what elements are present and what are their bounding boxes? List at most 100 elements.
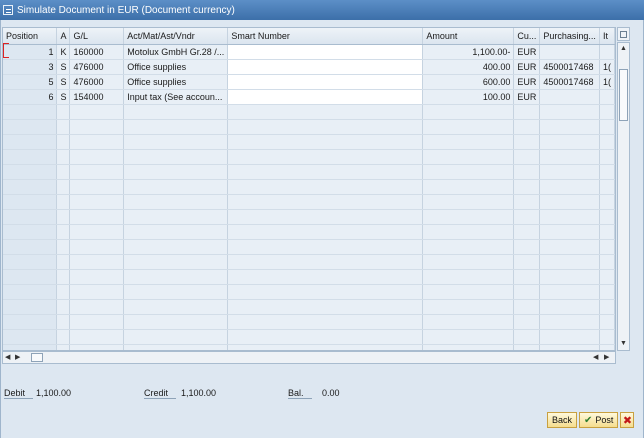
empty-cell <box>539 119 600 135</box>
empty-cell <box>69 254 125 270</box>
scroll-right-icon[interactable]: ▶ <box>15 354 20 362</box>
empty-cell <box>56 164 71 180</box>
empty-cell <box>3 179 58 195</box>
table-row[interactable]: 5 S 476000 Office supplies 600.00 EUR 45… <box>3 74 615 90</box>
empty-cell <box>227 344 424 350</box>
horizontal-scrollbar[interactable]: ◀ ▶ ◀ ▶ <box>2 351 616 364</box>
col-header-gl[interactable]: G/L <box>69 28 125 45</box>
col-header-position[interactable]: Position <box>3 28 58 45</box>
col-header-a[interactable]: A <box>56 28 71 45</box>
empty-cell <box>227 164 424 180</box>
cell-smart-number[interactable] <box>227 44 424 60</box>
empty-cell <box>3 239 58 255</box>
empty-cell <box>123 134 229 150</box>
empty-cell <box>3 269 58 285</box>
empty-cell <box>123 194 229 210</box>
col-header-currency[interactable]: Cu... <box>513 28 541 45</box>
cell-purchasing: 4500017468 <box>539 74 600 90</box>
empty-cell <box>422 119 515 135</box>
empty-cell <box>539 164 600 180</box>
empty-cell <box>422 134 515 150</box>
empty-cell <box>227 269 424 285</box>
empty-row <box>3 314 615 330</box>
cell-account: Office supplies <box>123 74 229 90</box>
empty-cell <box>422 104 515 120</box>
table-row[interactable]: 3 S 476000 Office supplies 400.00 EUR 45… <box>3 59 615 75</box>
empty-row <box>3 149 615 165</box>
close-icon: ✖ <box>622 414 633 427</box>
empty-cell <box>599 254 615 270</box>
empty-cell <box>539 329 600 345</box>
scroll-left-icon[interactable]: ◀ <box>5 354 10 362</box>
empty-cell <box>69 149 125 165</box>
empty-cell <box>513 209 541 225</box>
scroll-left-end-icon[interactable]: ◀ <box>593 354 598 362</box>
empty-cell <box>422 209 515 225</box>
empty-cell <box>599 134 615 150</box>
cell-smart-number[interactable] <box>227 89 424 105</box>
table-row[interactable]: 1 K 160000 Motolux GmbH Gr.28 /... 1,100… <box>3 44 615 60</box>
scroll-down-icon[interactable]: ▼ <box>620 340 627 348</box>
cell-amount: 1,100.00- <box>422 44 515 60</box>
empty-cell <box>513 254 541 270</box>
empty-cell <box>3 119 58 135</box>
empty-cell <box>3 149 58 165</box>
empty-cell <box>227 314 424 330</box>
empty-cell <box>69 269 125 285</box>
empty-row <box>3 329 615 345</box>
cell-smart-number[interactable] <box>227 74 424 90</box>
close-button[interactable]: ✖ <box>620 412 635 428</box>
table-row[interactable]: 6 S 154000 Input tax (See accoun... 100.… <box>3 89 615 105</box>
empty-cell <box>422 239 515 255</box>
empty-cell <box>422 194 515 210</box>
empty-cell <box>56 239 71 255</box>
vertical-scroll-thumb[interactable] <box>619 69 628 121</box>
empty-cell <box>123 299 229 315</box>
column-settings-button[interactable] <box>617 27 630 41</box>
cell-account: Office supplies <box>123 59 229 75</box>
col-header-account[interactable]: Act/Mat/Ast/Vndr <box>123 28 229 45</box>
col-header-amount[interactable]: Amount <box>422 28 515 45</box>
credit-value: 1,100.00 <box>181 388 217 398</box>
cell-amount: 400.00 <box>422 59 515 75</box>
empty-row <box>3 194 615 210</box>
empty-cell <box>3 284 58 300</box>
table-header-row: Position A G/L Act/Mat/Ast/Vndr Smart Nu… <box>3 28 615 45</box>
empty-cell <box>422 224 515 240</box>
empty-cell <box>513 344 541 350</box>
scroll-up-icon[interactable]: ▲ <box>620 45 627 53</box>
empty-cell <box>539 179 600 195</box>
cell-a: S <box>56 59 71 75</box>
empty-cell <box>422 179 515 195</box>
col-header-smart-number[interactable]: Smart Number <box>227 28 424 45</box>
cell-purchasing: 4500017468 <box>539 59 600 75</box>
empty-cell <box>513 284 541 300</box>
empty-cell <box>599 344 615 350</box>
empty-cell <box>123 284 229 300</box>
totals-bar: Debit 1,100.00 Credit 1,100.00 Bal. 0.00 <box>0 388 644 402</box>
cell-smart-number[interactable] <box>227 59 424 75</box>
empty-cell <box>513 164 541 180</box>
back-button[interactable]: Back <box>547 412 578 428</box>
cell-purchasing <box>539 44 600 60</box>
empty-cell <box>599 119 615 135</box>
col-header-purchasing[interactable]: Purchasing... <box>539 28 600 45</box>
debit-value: 1,100.00 <box>36 388 72 398</box>
post-button[interactable]: ✔ Post <box>579 412 619 428</box>
vertical-scrollbar[interactable]: ▲ ▼ <box>617 42 630 351</box>
cell-amount: 600.00 <box>422 74 515 90</box>
empty-cell <box>3 194 58 210</box>
debit-label: Debit <box>4 388 34 399</box>
col-header-item[interactable]: It <box>599 28 615 45</box>
empty-cell <box>69 194 125 210</box>
empty-cell <box>123 209 229 225</box>
balance-label: Bal. <box>288 388 312 399</box>
empty-cell <box>227 149 424 165</box>
empty-cell <box>56 299 71 315</box>
empty-cell <box>3 209 58 225</box>
empty-cell <box>69 209 125 225</box>
empty-cell <box>422 314 515 330</box>
empty-cell <box>56 314 71 330</box>
horizontal-scroll-thumb[interactable] <box>31 353 43 362</box>
scroll-right-end-icon[interactable]: ▶ <box>604 354 609 362</box>
